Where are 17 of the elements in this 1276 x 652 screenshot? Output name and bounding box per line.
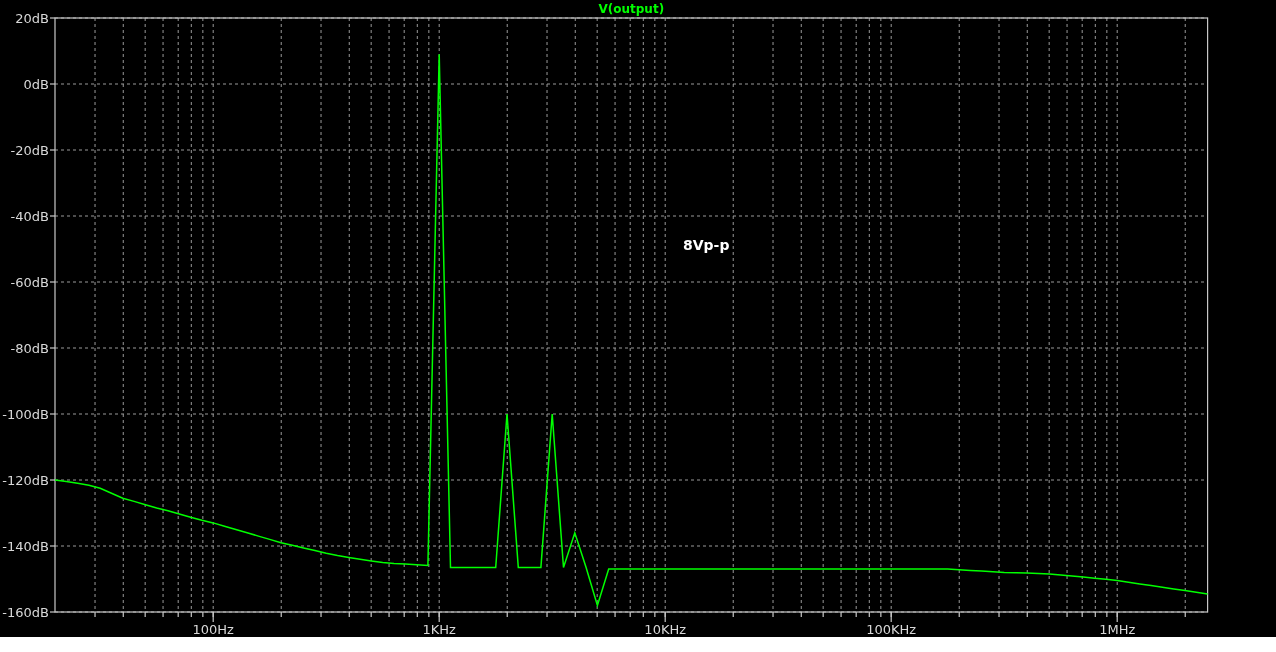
- y-tick-label: -20dB: [10, 143, 49, 158]
- y-tick-label: -40dB: [10, 209, 49, 224]
- y-tick-label: -60dB: [10, 275, 49, 290]
- y-tick-label: -80dB: [10, 341, 49, 356]
- x-tick-label: 1MHz: [1099, 622, 1136, 637]
- y-tick-label: 20dB: [15, 11, 49, 26]
- x-tick-label: 1KHz: [422, 622, 456, 637]
- y-tick-label: 0dB: [23, 77, 49, 92]
- x-tick-label: 100KHz: [866, 622, 917, 637]
- x-tick-label: 10KHz: [644, 622, 687, 637]
- y-tick-label: -100dB: [2, 407, 49, 422]
- x-tick-label: 100Hz: [192, 622, 234, 637]
- y-tick-label: -140dB: [2, 539, 49, 554]
- annotation-text: 8Vp-p: [683, 237, 730, 253]
- y-tick-label: -120dB: [2, 473, 49, 488]
- legend-label: V(output): [598, 2, 665, 16]
- y-tick-label: -160dB: [2, 605, 49, 620]
